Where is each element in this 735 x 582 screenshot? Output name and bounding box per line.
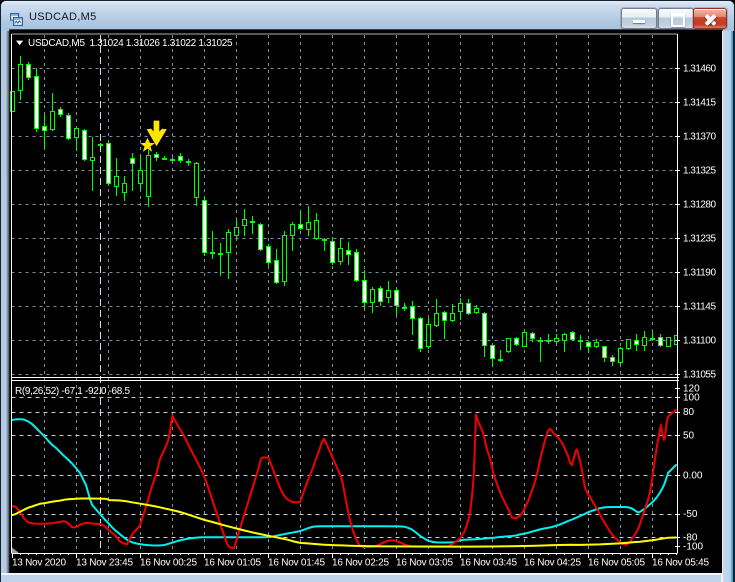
svg-text:1.31460: 1.31460 — [683, 64, 716, 75]
svg-text:16 Nov 01:05: 16 Nov 01:05 — [204, 558, 261, 569]
svg-text:-100: -100 — [683, 542, 703, 553]
svg-text:100: 100 — [683, 393, 700, 404]
svg-text:1.31024 1.31026 1.31022 1.3102: 1.31024 1.31026 1.31022 1.31025 — [90, 38, 233, 49]
svg-text:16 Nov 02:25: 16 Nov 02:25 — [332, 558, 389, 569]
svg-text:16 Nov 05:45: 16 Nov 05:45 — [652, 558, 709, 569]
svg-text:16 Nov 03:05: 16 Nov 03:05 — [396, 558, 453, 569]
svg-text:13 Nov 2020: 13 Nov 2020 — [12, 558, 66, 569]
svg-text:USDCAD,M5: USDCAD,M5 — [28, 38, 85, 49]
svg-text:13 Nov 23:45: 13 Nov 23:45 — [76, 558, 133, 569]
svg-text:R(9,26,52) -67.1 -92.0 -68.5: R(9,26,52) -67.1 -92.0 -68.5 — [15, 386, 130, 397]
svg-text:80: 80 — [683, 407, 695, 418]
svg-text:1.31100: 1.31100 — [683, 336, 716, 347]
svg-text:1.31370: 1.31370 — [683, 132, 716, 143]
svg-text:-50: -50 — [683, 509, 698, 520]
svg-text:1.31190: 1.31190 — [683, 268, 716, 279]
svg-text:16 Nov 01:45: 16 Nov 01:45 — [268, 558, 325, 569]
svg-text:1.31415: 1.31415 — [683, 98, 716, 109]
svg-text:16 Nov 03:45: 16 Nov 03:45 — [460, 558, 517, 569]
svg-text:1.31280: 1.31280 — [683, 200, 716, 211]
svg-text:50: 50 — [683, 430, 695, 441]
svg-text:1.31235: 1.31235 — [683, 234, 716, 245]
svg-text:1.31145: 1.31145 — [683, 302, 716, 313]
svg-text:16 Nov 04:25: 16 Nov 04:25 — [524, 558, 581, 569]
svg-text:1.31325: 1.31325 — [683, 166, 716, 177]
svg-text:0.00: 0.00 — [683, 471, 703, 482]
svg-text:16 Nov 00:25: 16 Nov 00:25 — [140, 558, 197, 569]
svg-text:16 Nov 05:05: 16 Nov 05:05 — [588, 558, 645, 569]
svg-text:1.31055: 1.31055 — [683, 370, 716, 381]
